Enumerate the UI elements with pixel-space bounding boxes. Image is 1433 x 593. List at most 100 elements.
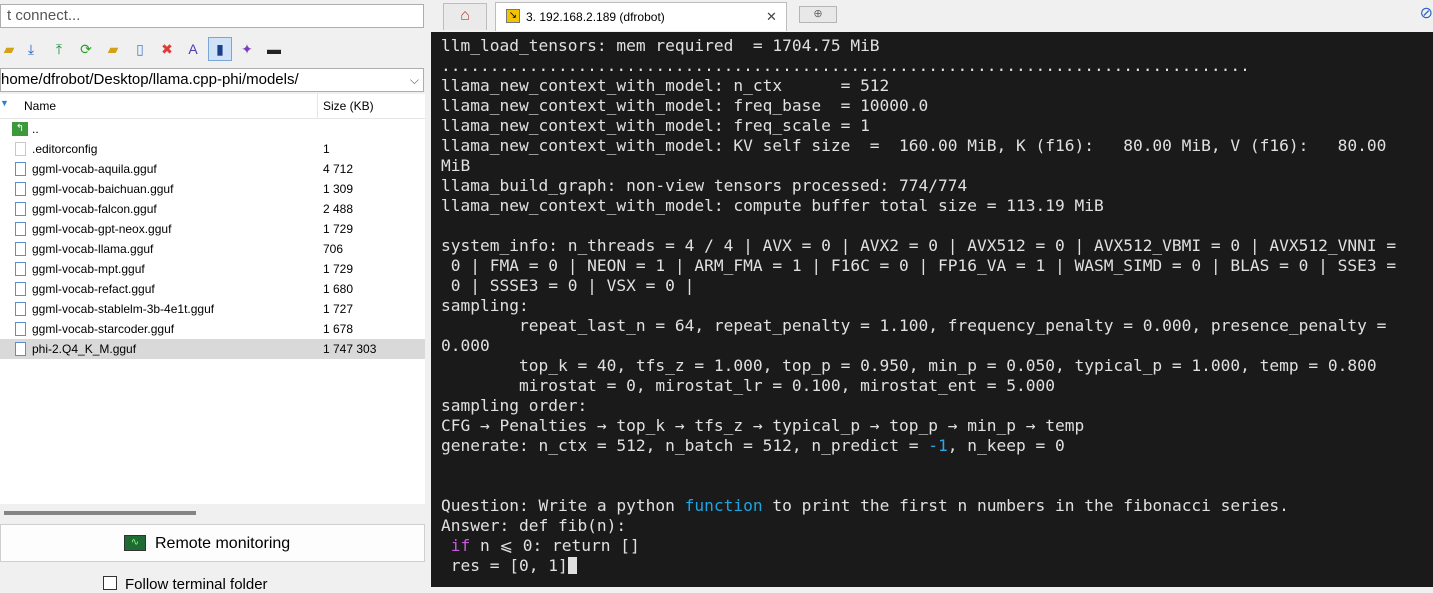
terminal-line: llama_build_graph: non-view tensors proc… [441,176,968,195]
path-text: home/dfrobot/Desktop/llama.cpp-phi/model… [1,71,299,88]
file-browser-panel: t connect... ▰ ⤓ ⤒ ⟳ ▰ ▯ ✖ A ▮ ✦ ▬ home/… [0,0,431,593]
terminal-line: top_k = 40, tfs_z = 1.000, top_p = 0.950… [441,356,1377,375]
file-size: 1 727 [323,302,354,316]
ssh-session-icon: ↘ [506,9,520,23]
file-row[interactable]: ggml-vocab-gpt-neox.gguf 1 729 [0,219,425,239]
terminal-line: ........................................… [441,56,1250,75]
file-name: ggml-vocab-gpt-neox.gguf [32,222,172,236]
terminal-line: 0 | FMA = 0 | NEON = 1 | ARM_FMA = 1 | F… [441,256,1397,275]
file-list-header: ▼ Name Size (KB) [0,94,425,119]
horizontal-scrollbar[interactable] [0,504,425,521]
terminal-line: llm_load_tensors: mem required = 1704.75… [441,36,880,55]
file-name: ggml-vocab-baichuan.gguf [32,182,174,196]
monitor-icon: ∿ [124,535,146,551]
file-row[interactable]: ggml-vocab-mpt.gguf 1 729 [0,259,425,279]
file-icon [15,222,26,236]
file-icon [15,282,26,296]
bookmark-icon[interactable]: ▮ [208,37,232,61]
refresh-icon[interactable]: ⟳ [77,40,95,58]
parent-directory-row[interactable]: ↰.. [0,119,425,139]
remote-monitoring-label: Remote monitoring [155,535,291,552]
parent-folder-icon: ↰ [12,122,28,136]
generate-line: generate: n_ctx = 512, n_batch = 512, n_… [441,436,1065,455]
file-row[interactable]: ggml-vocab-stablelm-3b-4e1t.gguf 1 727 [0,299,425,319]
file-name: ggml-vocab-refact.gguf [32,282,155,296]
tab-session[interactable]: ↘ 3. 192.168.2.189 (dfrobot) ✕ [495,2,787,31]
if-line: if n ⩽ 0: return [] [450,536,640,555]
follow-terminal-label: Follow terminal folder [125,576,268,593]
terminal-cursor [567,557,577,574]
file-toolbar: ▰ ⤓ ⤒ ⟳ ▰ ▯ ✖ A ▮ ✦ ▬ [0,37,431,62]
quick-connect-input[interactable]: t connect... [0,4,424,28]
file-icon [15,262,26,276]
column-name[interactable]: Name [24,99,56,113]
terminal-line: sampling order: [441,396,588,415]
attachment-icon[interactable]: ⊘ [1420,3,1433,23]
new-tab-icon: ⊕ [813,8,823,20]
terminal-icon[interactable]: ▬ [265,40,283,58]
file-icon [15,302,26,316]
file-size: 1 309 [323,182,354,196]
terminal-line: llama_new_context_with_model: freq_scale… [441,116,870,135]
file-row[interactable]: ggml-vocab-refact.gguf 1 680 [0,279,425,299]
file-row[interactable]: ggml-vocab-baichuan.gguf 1 309 [0,179,425,199]
terminal-output[interactable]: llm_load_tensors: mem required = 1704.75… [431,32,1433,587]
file-size: 1 729 [323,222,354,236]
column-size[interactable]: Size (KB) [323,99,374,113]
file-row[interactable]: .editorconfig 1 [0,139,425,159]
file-row[interactable]: ggml-vocab-falcon.gguf 2 488 [0,199,425,219]
file-name: ggml-vocab-aquila.gguf [32,162,157,176]
file-name: .editorconfig [32,142,98,156]
column-divider[interactable] [317,94,318,118]
terminal-line: 0 | SSSE3 = 0 | VSX = 0 | [441,276,695,295]
file-name: ggml-vocab-llama.gguf [32,242,154,256]
home-tab[interactable]: ⌂ [443,3,487,30]
wand-icon[interactable]: ✦ [238,40,256,58]
upload-icon[interactable]: ⤒ [50,40,68,58]
delete-icon[interactable]: ✖ [158,40,176,58]
new-tab-button[interactable]: ⊕ [799,6,837,23]
file-name: .. [32,122,39,136]
file-list: ▼ Name Size (KB) ↰.. .editorconfig 1 ggml-v… [0,94,425,506]
scrollbar-thumb[interactable] [4,511,196,515]
terminal-text: llm_load_tensors: mem required = 1704.75… [441,36,1396,576]
file-icon [15,322,26,336]
terminal-line: MiB [441,156,471,175]
terminal-line: sampling: [441,296,529,315]
res-line: res = [0, 1] [441,556,577,575]
file-row[interactable]: phi-2.Q4_K_M.gguf 1 747 303 [0,339,425,359]
close-icon[interactable]: ✕ [766,4,777,30]
terminal-line: llama_new_context_with_model: KV self si… [441,136,1387,155]
file-size: 706 [323,242,344,256]
file-row[interactable]: ggml-vocab-llama.gguf 706 [0,239,425,259]
file-name: ggml-vocab-starcoder.gguf [32,322,175,336]
new-file-icon[interactable]: ▯ [131,40,149,58]
terminal-line: repeat_last_n = 64, repeat_penalty = 1.1… [441,316,1387,335]
file-icon [15,162,26,176]
remote-monitoring-button[interactable]: ∿ Remote monitoring [0,524,425,562]
file-size: 1 680 [323,282,354,296]
download-icon[interactable]: ⤓ [22,40,40,58]
file-size: 1 729 [323,262,354,276]
file-icon [15,342,26,356]
follow-terminal-folder-option[interactable]: Follow terminal folder [103,576,268,593]
tab-session-label: 3. 192.168.2.189 (dfrobot) [526,10,665,24]
open-folder-icon[interactable]: ▰ [0,40,18,58]
file-size: 1 678 [323,322,354,336]
chevron-down-icon[interactable]: ⌵ [410,69,419,91]
file-name: phi-2.Q4_K_M.gguf [32,342,137,356]
tab-bar: ⌂ ↘ 3. 192.168.2.189 (dfrobot) ✕ ⊕ ⊘ [431,0,1433,31]
file-name: ggml-vocab-falcon.gguf [32,202,157,216]
file-icon [15,142,26,156]
question-line: Question: Write a python function to pri… [441,496,1289,515]
rename-icon[interactable]: A [184,40,202,58]
terminal-line: system_info: n_threads = 4 / 4 | AVX = 0… [441,236,1397,255]
file-row[interactable]: ggml-vocab-aquila.gguf 4 712 [0,159,425,179]
follow-terminal-checkbox[interactable] [103,576,117,590]
file-name: ggml-vocab-mpt.gguf [32,262,145,276]
file-size: 1 747 303 [323,342,377,356]
new-folder-icon[interactable]: ▰ [104,40,122,58]
terminal-line: mirostat = 0, mirostat_lr = 0.100, miros… [441,376,1055,395]
file-row[interactable]: ggml-vocab-starcoder.gguf 1 678 [0,319,425,339]
path-selector[interactable]: home/dfrobot/Desktop/llama.cpp-phi/model… [0,68,424,92]
